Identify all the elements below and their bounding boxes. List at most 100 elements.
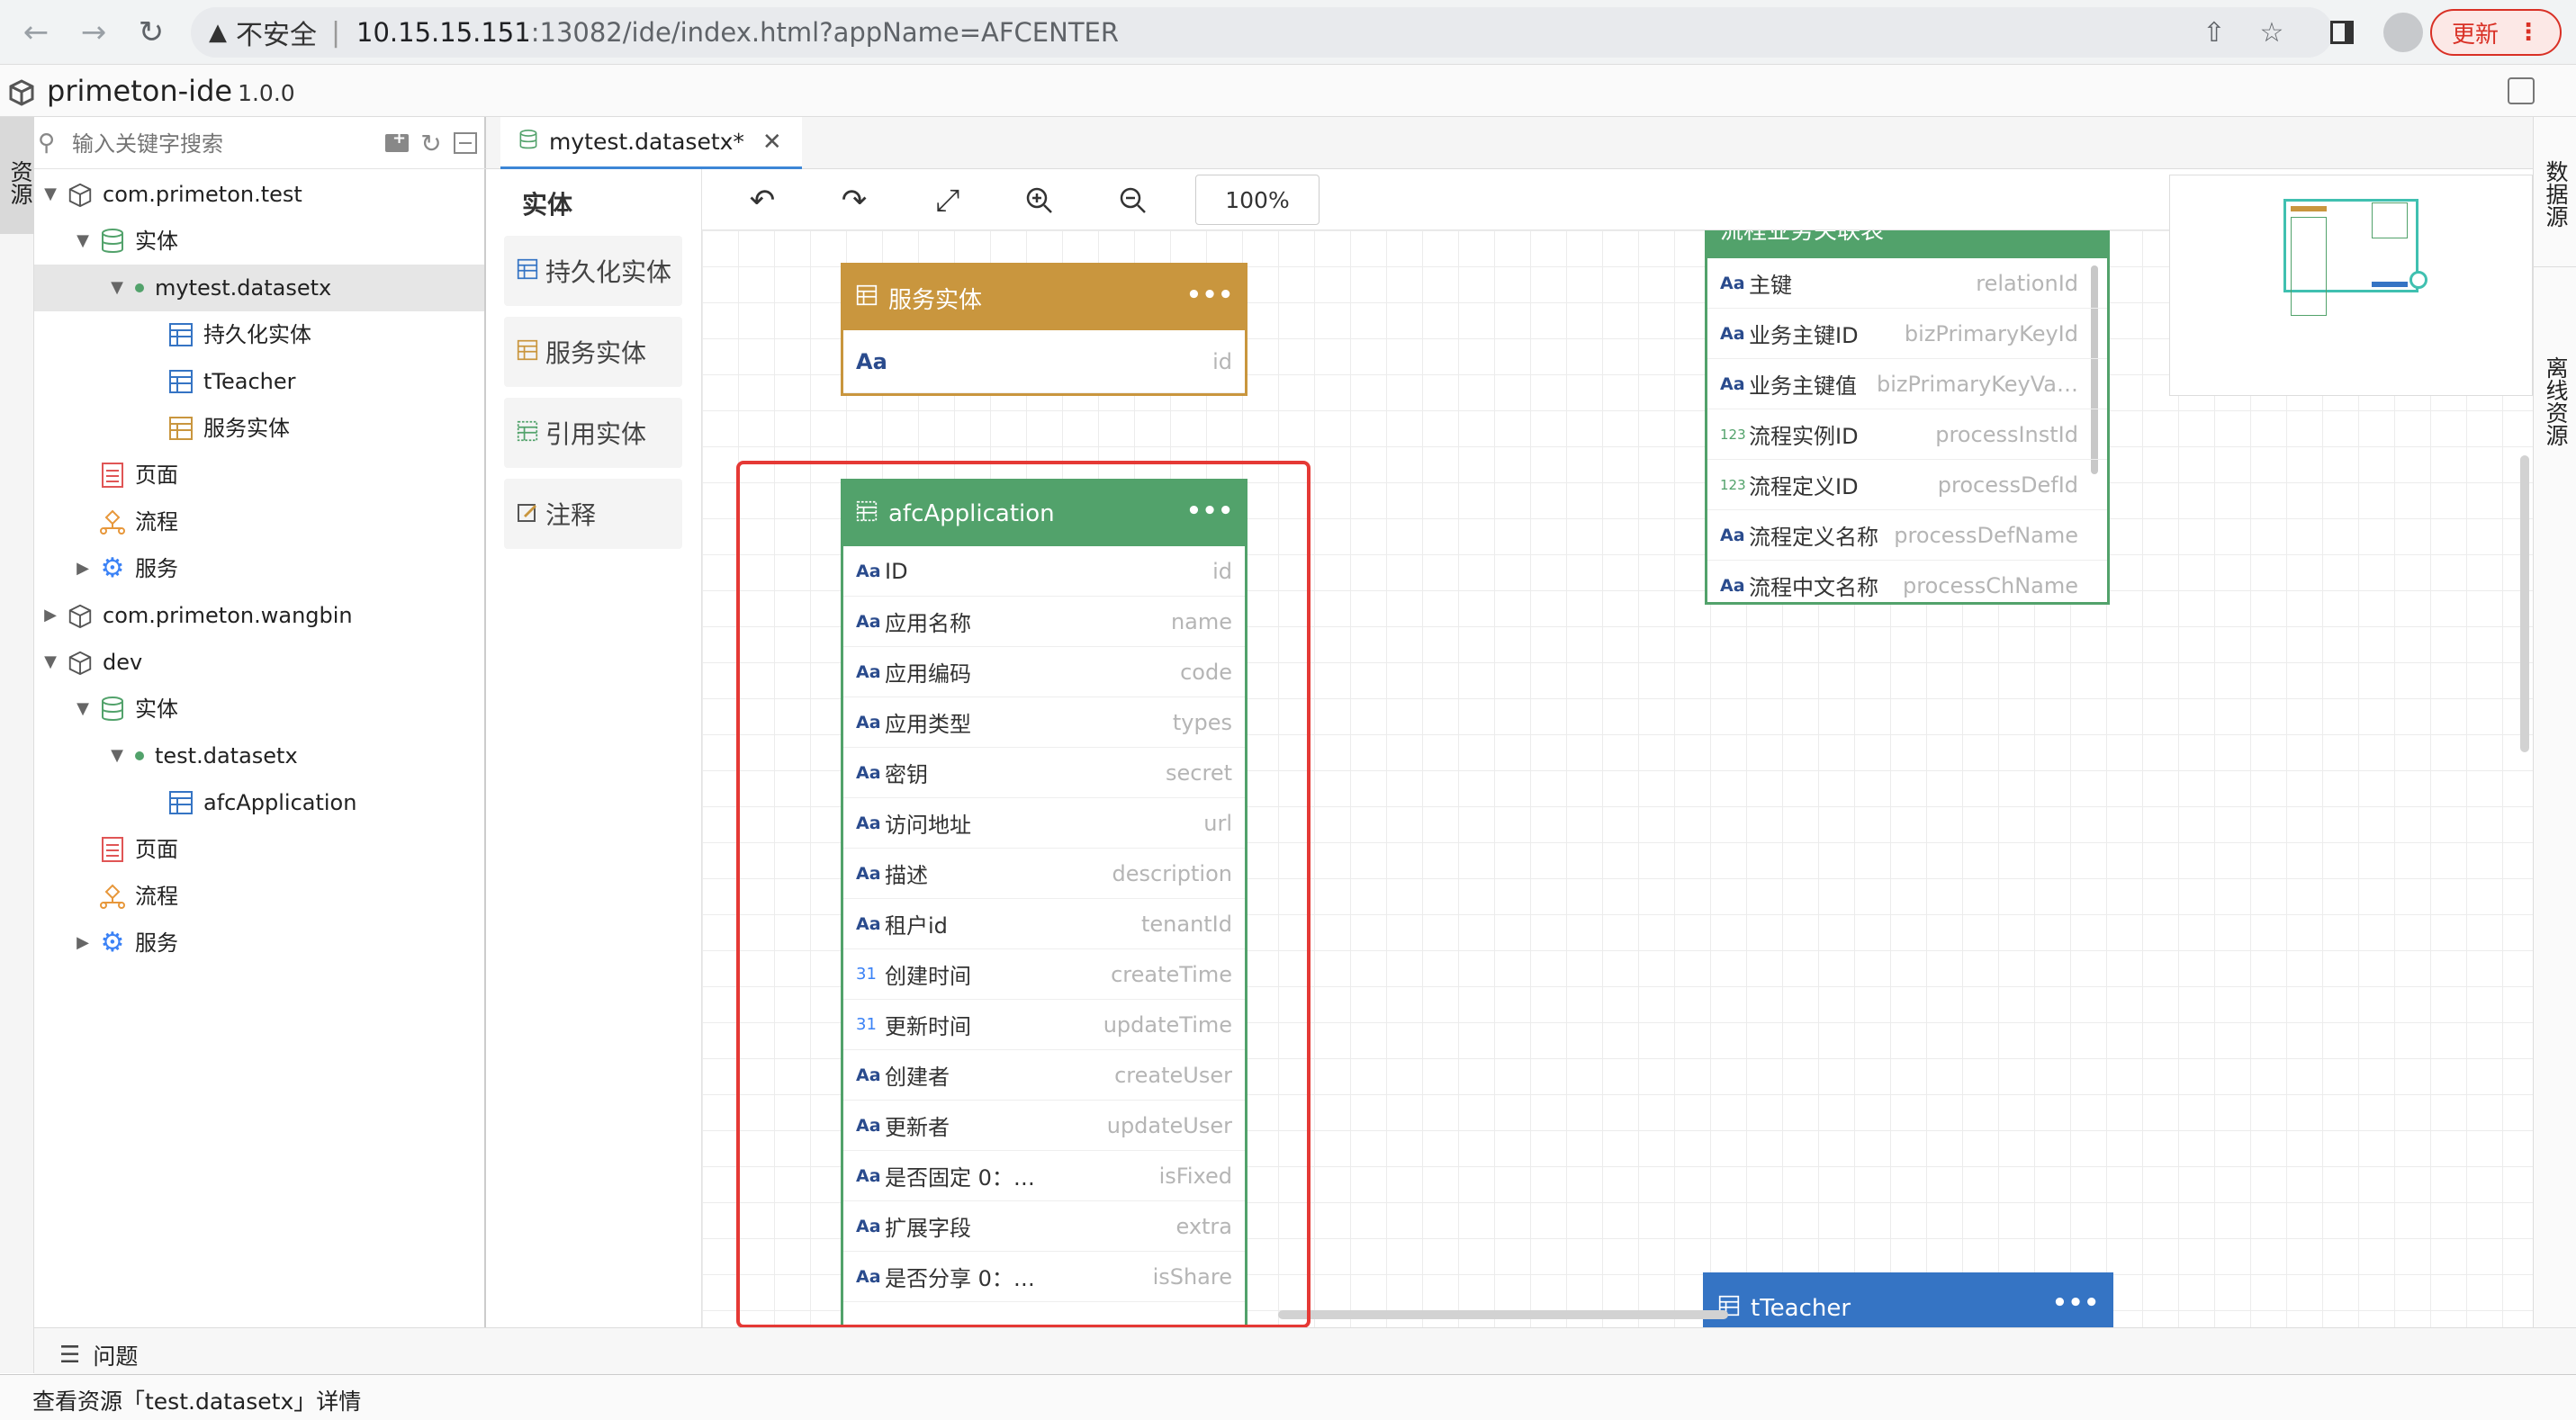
caret-right-icon[interactable]: ▶: [41, 592, 59, 639]
tree-item-flow[interactable]: 流程: [34, 873, 484, 920]
palette-item-persistent-entity[interactable]: 持久化实体: [504, 236, 682, 306]
tree-item-label: mytest.datasetx: [155, 275, 332, 301]
url-path: :13082/ide/index.html?appName=AFCENTER: [530, 17, 1120, 48]
forward-icon[interactable]: →: [74, 13, 113, 52]
table-blue-icon: [166, 366, 196, 397]
close-icon[interactable]: ✕: [762, 129, 782, 156]
search-input[interactable]: [72, 126, 369, 162]
field-row[interactable]: 123 流程实例ID processInstId: [1707, 409, 2107, 460]
left-vertical-tabs: 资源: [0, 117, 34, 1373]
update-button[interactable]: 更新 ⋮: [2430, 9, 2562, 56]
tree-item-persistent-entity[interactable]: 持久化实体: [34, 311, 484, 358]
share-icon[interactable]: ⇧: [2196, 14, 2232, 50]
field-row[interactable]: Aa id: [843, 330, 1245, 393]
minimap-handle-icon[interactable]: [2409, 271, 2427, 289]
field-row[interactable]: Aa 主键 relationId: [1707, 258, 2107, 309]
caret-down-icon[interactable]: ▼: [74, 686, 92, 732]
editor-tab-label: mytest.datasetx*: [549, 129, 744, 155]
field-code: bizPrimaryKeyId: [1904, 320, 2078, 346]
caret-right-icon[interactable]: ▶: [74, 920, 92, 966]
caret-down-icon[interactable]: ▼: [108, 732, 126, 779]
tree-item-service-entity[interactable]: 服务实体: [34, 405, 484, 452]
caret-right-icon[interactable]: ▶: [74, 545, 92, 592]
caret-down-icon[interactable]: ▼: [41, 171, 59, 218]
reload-icon[interactable]: ↻: [131, 13, 171, 52]
field-row[interactable]: Aa 流程中文名称 processChName: [1707, 561, 2107, 602]
problems-panel-bar[interactable]: ☰ 问题: [34, 1327, 2576, 1374]
text-type-icon: Aa: [1720, 323, 1745, 344]
flow-icon: [97, 507, 128, 537]
card-header[interactable]: 流程业务关联表: [1707, 230, 2107, 258]
tree-item-project[interactable]: ▼ com.primeton.test: [34, 171, 484, 218]
canvas-h-scrollbar[interactable]: [1278, 1310, 1728, 1319]
status-dot-icon: [135, 751, 144, 760]
tree-item-mytest-datasetx[interactable]: ▼ mytest.datasetx: [34, 265, 484, 311]
minimap-card: [2372, 282, 2408, 287]
canvas-v-scrollbar[interactable]: [2520, 455, 2529, 752]
field-row[interactable]: Aa 业务主键ID bizPrimaryKeyId: [1707, 309, 2107, 359]
entity-card-relation[interactable]: 流程业务关联表 Aa 主键 relationId Aa 业务主键ID bizPrimar…: [1705, 230, 2110, 605]
field-code: id: [1212, 348, 1232, 374]
card-header[interactable]: tTeacher •••: [1706, 1275, 2111, 1327]
field-row[interactable]: 123 流程定义ID processDefId: [1707, 460, 2107, 510]
tree-item-page[interactable]: 页面: [34, 826, 484, 873]
card-header[interactable]: 服务实体 •••: [843, 265, 1245, 330]
more-icon[interactable]: •••: [2052, 1290, 2100, 1317]
field-row[interactable]: Aa 流程定义名称 processDefName: [1707, 510, 2107, 561]
caret-down-icon[interactable]: ▼: [74, 218, 92, 265]
database-icon: [97, 226, 128, 256]
tree-item-service[interactable]: ▶ ⚙ 服务: [34, 545, 484, 592]
tree-item-page[interactable]: 页面: [34, 452, 484, 499]
status-dot-icon: [135, 283, 144, 292]
field-name: 流程定义ID: [1749, 474, 1859, 499]
caret-down-icon[interactable]: ▼: [41, 639, 59, 686]
zoom-level[interactable]: 100%: [1195, 175, 1320, 225]
tree-item-test-datasetx[interactable]: ▼ test.datasetx: [34, 732, 484, 779]
sidepanel-icon[interactable]: [2324, 14, 2360, 50]
redo-icon[interactable]: ↷: [833, 180, 875, 221]
undo-icon[interactable]: ↶: [742, 180, 783, 221]
flow-icon: [97, 881, 128, 912]
cube-logo-icon: [9, 79, 34, 106]
vtab-resources[interactable]: 资源: [0, 117, 34, 234]
tree-item-label: 实体: [135, 697, 178, 722]
tree-item-tteacher[interactable]: tTeacher: [34, 358, 484, 405]
vtab-datasource[interactable]: 数据源: [2534, 126, 2576, 261]
refresh-icon[interactable]: ↻: [416, 128, 446, 158]
tree-item-afcapplication[interactable]: afcApplication: [34, 779, 484, 826]
collapse-all-icon[interactable]: [450, 128, 481, 158]
tree-item-project[interactable]: ▼ dev: [34, 639, 484, 686]
tree-item-entity-folder[interactable]: ▼ 实体: [34, 218, 484, 265]
fit-screen-icon[interactable]: ⤢: [927, 180, 968, 221]
caret-down-icon[interactable]: ▼: [108, 265, 126, 311]
text-type-icon: Aa: [1720, 525, 1745, 545]
profile-avatar-icon[interactable]: [2383, 13, 2423, 52]
field-row[interactable]: Aa 业务主键值 bizPrimaryKeyVa…: [1707, 359, 2107, 409]
security-indicator[interactable]: ▲ 不安全 |: [209, 13, 340, 52]
minimap[interactable]: [2169, 175, 2533, 396]
tree-item-flow[interactable]: 流程: [34, 499, 484, 545]
tree-item-project[interactable]: ▶ com.primeton.wangbin: [34, 592, 484, 639]
bookmark-star-icon[interactable]: ☆: [2254, 14, 2290, 50]
save-icon[interactable]: [2508, 77, 2535, 104]
entity-card-tteacher[interactable]: tTeacher •••: [1703, 1272, 2113, 1327]
new-folder-icon[interactable]: +: [382, 128, 412, 158]
zoom-in-icon[interactable]: [1019, 180, 1060, 221]
back-icon[interactable]: ←: [16, 13, 56, 52]
url-text[interactable]: 10.15.15.151:13082/ide/index.html?appNam…: [356, 13, 1119, 52]
table-blue-icon: [166, 787, 196, 818]
tree-item-entity-folder[interactable]: ▼ 实体: [34, 686, 484, 732]
vtab-offline-resources[interactable]: 离线资源: [2534, 275, 2576, 527]
tree-item-service[interactable]: ▶ ⚙ 服务: [34, 920, 484, 966]
palette-item-service-entity[interactable]: 服务实体: [504, 317, 682, 387]
palette-item-reference-entity[interactable]: 引用实体: [504, 398, 682, 468]
app-name: primeton-ide: [47, 74, 233, 108]
field-name: 流程中文名称: [1749, 575, 1878, 600]
editor-tab-mytest[interactable]: mytest.datasetx* ✕: [500, 117, 802, 169]
entity-card-service[interactable]: 服务实体 ••• Aa id: [841, 263, 1247, 396]
highlight-annotation: [736, 461, 1311, 1328]
more-icon[interactable]: •••: [1186, 282, 1234, 309]
palette-item-annotation[interactable]: 注释: [504, 479, 682, 549]
zoom-out-icon[interactable]: [1112, 180, 1154, 221]
tree-item-label: test.datasetx: [155, 743, 298, 768]
